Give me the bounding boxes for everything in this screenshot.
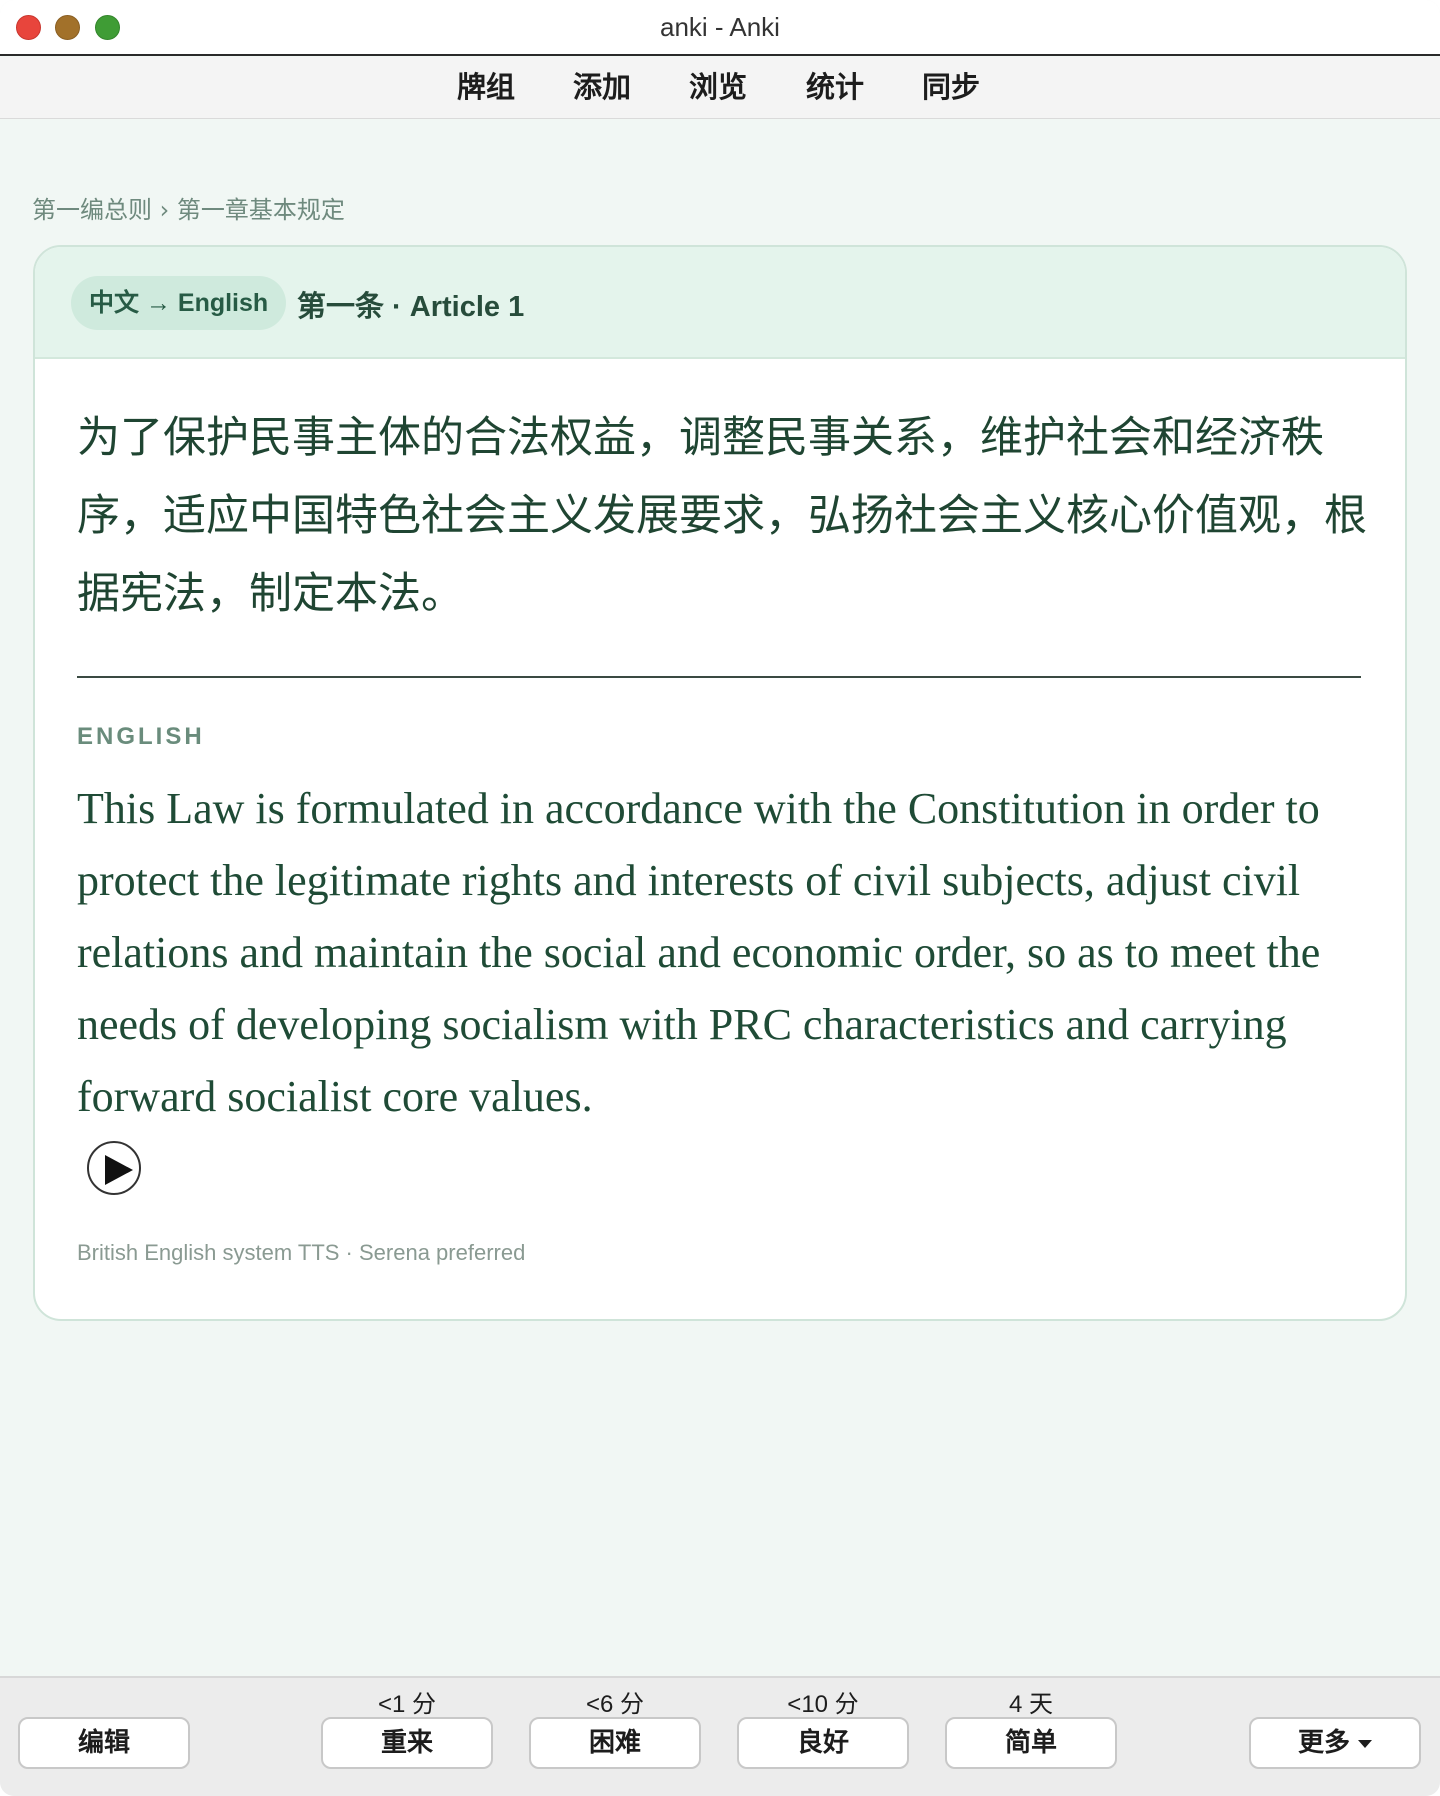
more-button-label: 更多: [1297, 1728, 1350, 1758]
hard-interval: <6 分: [585, 1691, 645, 1718]
good-button[interactable]: 良好: [737, 1717, 909, 1769]
breadcrumb: 第一编总则 › 第一章基本规定: [32, 196, 345, 224]
english-text: This Law is formulated in accordance wit…: [77, 784, 1321, 1121]
window-title: anki - Anki: [660, 12, 780, 42]
toolbar-add-link[interactable]: 添加: [573, 67, 631, 107]
toolbar-sync-link[interactable]: 同步: [922, 67, 980, 107]
main-toolbar: 牌组 添加 浏览 统计 同步: [0, 57, 1440, 119]
again-button[interactable]: 重来: [321, 1717, 493, 1769]
tts-note: British English system TTS · Serena pref…: [77, 1240, 526, 1265]
title-bar: anki - Anki: [0, 0, 1440, 56]
anki-window: anki - Anki 牌组 添加 浏览 统计 同步 第一编总则 › 第一章基本…: [0, 0, 1440, 1796]
more-button[interactable]: 更多: [1249, 1717, 1421, 1769]
good-interval: <10 分: [787, 1691, 859, 1718]
play-audio-button[interactable]: [87, 1141, 141, 1195]
english-section-label: ENGLISH: [77, 723, 205, 750]
toolbar-decks-link[interactable]: 牌组: [457, 67, 515, 107]
review-card: 中文 → English 第一条 · Article 1 为了保护民事主体的合法…: [33, 245, 1407, 1321]
play-icon: [105, 1155, 133, 1185]
toolbar-stats-link[interactable]: 统计: [806, 67, 864, 107]
edit-button[interactable]: 编辑: [18, 1717, 190, 1769]
hard-button[interactable]: 困难: [529, 1717, 701, 1769]
answer-divider: [77, 676, 1361, 678]
caret-down-icon: [1358, 1739, 1372, 1748]
answer-bar: [0, 1676, 1440, 1796]
article-label: 第一条 · Article 1: [297, 291, 525, 323]
again-interval: <1 分: [377, 1691, 437, 1718]
easy-interval: 4 天: [1008, 1691, 1053, 1718]
direction-badge: 中文 → English: [71, 276, 287, 330]
toolbar-browse-link[interactable]: 浏览: [689, 67, 747, 107]
chinese-text: 为了保护民事主体的合法权益，调整民事关系，维护社会和经济秩序，适应中国特色社会主…: [77, 413, 1367, 619]
easy-button[interactable]: 简单: [945, 1717, 1117, 1769]
card-header: 中文 → English 第一条 · Article 1: [35, 247, 1405, 359]
